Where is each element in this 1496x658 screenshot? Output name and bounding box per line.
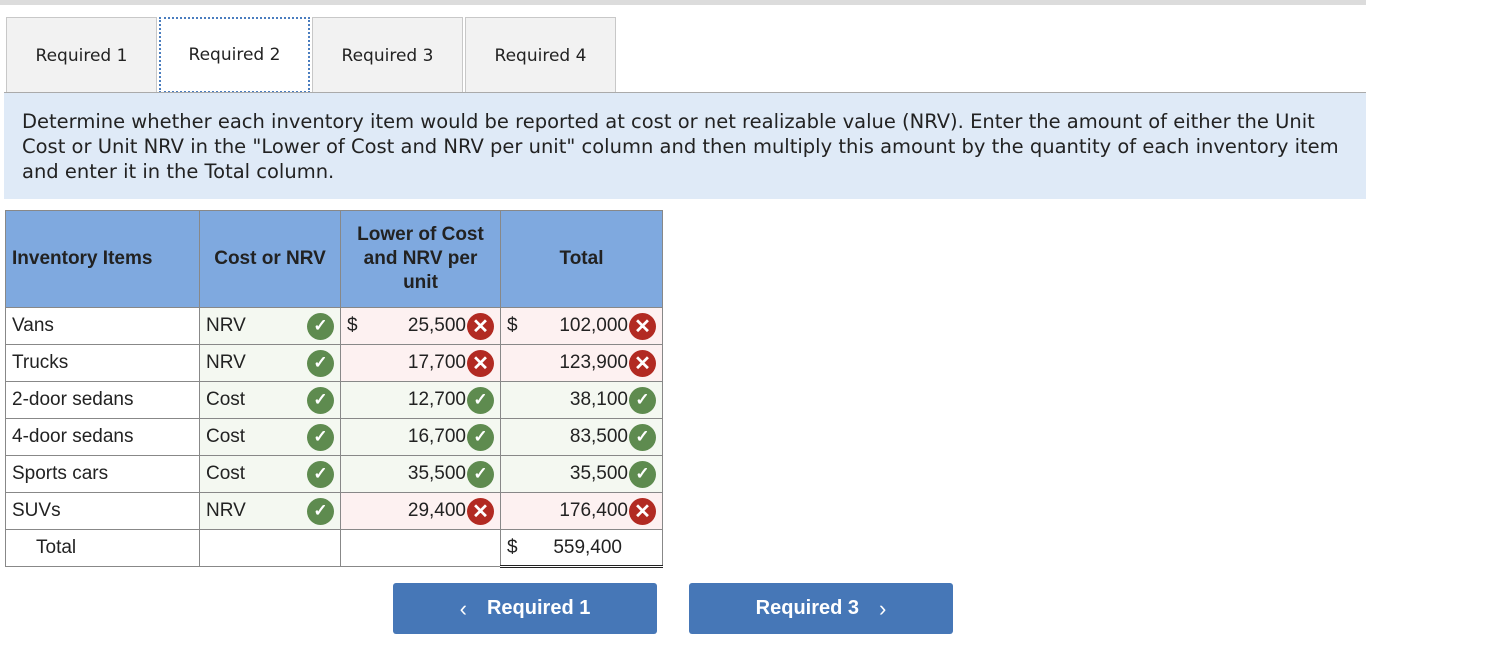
total-value: 38,100 xyxy=(569,389,628,410)
top-bar xyxy=(0,0,1366,5)
table-row: Trucks NRV ✓ 17,700 ✕ 123,900 ✕ xyxy=(5,344,663,382)
total-value-field[interactable]: $102,000 ✕ xyxy=(500,307,663,345)
unit-value: 29,400 xyxy=(407,500,466,521)
unit-value-field[interactable]: 35,500 ✓ xyxy=(340,455,501,493)
tab-required-1[interactable]: Required 1 xyxy=(6,17,157,93)
inventory-item: Vans xyxy=(5,307,200,345)
grand-total-value: 559,400 xyxy=(553,536,622,558)
currency-symbol: $ xyxy=(507,536,518,558)
inventory-item: Trucks xyxy=(5,344,200,382)
cost-or-nrv-field[interactable]: Cost ✓ xyxy=(199,381,341,419)
header-inventory-items: Inventory Items xyxy=(5,210,200,308)
correct-icon: ✓ xyxy=(629,386,656,414)
cost-or-nrv-value: NRV xyxy=(206,315,246,336)
cost-or-nrv-field[interactable]: Cost ✓ xyxy=(199,418,341,456)
cost-or-nrv-value: Cost xyxy=(206,426,246,447)
incorrect-icon: ✕ xyxy=(467,497,494,525)
cost-or-nrv-field[interactable]: Cost ✓ xyxy=(199,455,341,493)
total-value-field[interactable]: 123,900 ✕ xyxy=(500,344,663,382)
tab-bar: Required 1 Required 2 Required 3 Require… xyxy=(6,17,618,93)
unit-value-field[interactable]: 12,700 ✓ xyxy=(340,381,501,419)
total-value: 123,900 xyxy=(559,352,628,373)
cost-or-nrv-field[interactable]: NRV ✓ xyxy=(199,344,341,382)
cost-or-nrv-field[interactable]: NRV ✓ xyxy=(199,307,341,345)
unit-value-field[interactable]: 16,700 ✓ xyxy=(340,418,501,456)
inventory-item: Sports cars xyxy=(5,455,200,493)
cost-or-nrv-field[interactable]: NRV ✓ xyxy=(199,492,341,530)
chevron-right-icon: › xyxy=(879,595,887,621)
empty-cell xyxy=(340,529,501,567)
correct-icon: ✓ xyxy=(307,386,334,414)
total-value: 83,500 xyxy=(569,426,628,447)
correct-icon: ✓ xyxy=(629,460,656,488)
currency-symbol: $ xyxy=(507,315,518,336)
incorrect-icon: ✕ xyxy=(629,312,656,340)
grand-total-field[interactable]: $559,400 xyxy=(500,529,663,568)
table-row: Vans NRV ✓ $25,500 ✕ $102,000 ✕ xyxy=(5,307,663,345)
total-value: 102,000 xyxy=(559,315,628,336)
correct-icon: ✓ xyxy=(629,423,656,451)
unit-value: 12,700 xyxy=(407,389,466,410)
unit-value: 16,700 xyxy=(407,426,466,447)
correct-icon: ✓ xyxy=(307,423,334,451)
unit-value-field[interactable]: 29,400 ✕ xyxy=(340,492,501,530)
cost-or-nrv-value: NRV xyxy=(206,352,246,373)
unit-value-field[interactable]: 17,700 ✕ xyxy=(340,344,501,382)
correct-icon: ✓ xyxy=(307,460,334,488)
inventory-item: 2-door sedans xyxy=(5,381,200,419)
table-header-row: Inventory Items Cost or NRV Lower of Cos… xyxy=(5,210,663,308)
total-value-field[interactable]: 38,100 ✓ xyxy=(500,381,663,419)
cost-or-nrv-value: Cost xyxy=(206,463,246,484)
correct-icon: ✓ xyxy=(467,423,494,451)
incorrect-icon: ✕ xyxy=(629,349,656,377)
unit-value-field[interactable]: $25,500 ✕ xyxy=(340,307,501,345)
table-row: Sports cars Cost ✓ 35,500 ✓ 35,500 ✓ xyxy=(5,455,663,493)
next-button-label: Required 3 xyxy=(755,597,860,619)
cost-or-nrv-value: NRV xyxy=(206,500,246,521)
incorrect-icon: ✕ xyxy=(467,312,494,340)
unit-value: 17,700 xyxy=(407,352,466,373)
total-label: Total xyxy=(5,529,200,567)
currency-symbol: $ xyxy=(347,315,358,336)
correct-icon: ✓ xyxy=(307,497,334,525)
inventory-item: 4-door sedans xyxy=(5,418,200,456)
unit-value: 35,500 xyxy=(407,463,466,484)
tab-required-3[interactable]: Required 3 xyxy=(312,17,463,93)
total-value-field[interactable]: 35,500 ✓ xyxy=(500,455,663,493)
table-row: 4-door sedans Cost ✓ 16,700 ✓ 83,500 ✓ xyxy=(5,418,663,456)
correct-icon: ✓ xyxy=(467,460,494,488)
unit-value: 25,500 xyxy=(407,315,466,336)
cost-or-nrv-value: Cost xyxy=(206,389,246,410)
prev-required-1-button[interactable]: ‹ Required 1 xyxy=(393,583,657,634)
total-value: 35,500 xyxy=(569,463,628,484)
total-value-field[interactable]: 176,400 ✕ xyxy=(500,492,663,530)
tab-required-2[interactable]: Required 2 xyxy=(159,17,310,93)
correct-icon: ✓ xyxy=(307,349,334,377)
header-cost-or-nrv: Cost or NRV xyxy=(199,210,341,308)
inventory-item: SUVs xyxy=(5,492,200,530)
inventory-table: Inventory Items Cost or NRV Lower of Cos… xyxy=(5,210,663,568)
next-required-3-button[interactable]: Required 3 › xyxy=(689,583,953,634)
instructions: Determine whether each inventory item wo… xyxy=(4,93,1366,199)
table-row: 2-door sedans Cost ✓ 12,700 ✓ 38,100 ✓ xyxy=(5,381,663,419)
correct-icon: ✓ xyxy=(307,312,334,340)
table-row: SUVs NRV ✓ 29,400 ✕ 176,400 ✕ xyxy=(5,492,663,530)
prev-button-label: Required 1 xyxy=(486,597,591,619)
incorrect-icon: ✕ xyxy=(629,497,656,525)
total-row: Total $559,400 xyxy=(5,529,663,568)
chevron-left-icon: ‹ xyxy=(459,595,467,621)
empty-cell xyxy=(199,529,341,567)
incorrect-icon: ✕ xyxy=(467,349,494,377)
tab-required-4[interactable]: Required 4 xyxy=(465,17,616,93)
total-value: 176,400 xyxy=(559,500,628,521)
header-total: Total xyxy=(500,210,663,308)
header-lower-of-cost-nrv: Lower of Cost and NRV per unit xyxy=(340,210,501,308)
total-value-field[interactable]: 83,500 ✓ xyxy=(500,418,663,456)
correct-icon: ✓ xyxy=(467,386,494,414)
